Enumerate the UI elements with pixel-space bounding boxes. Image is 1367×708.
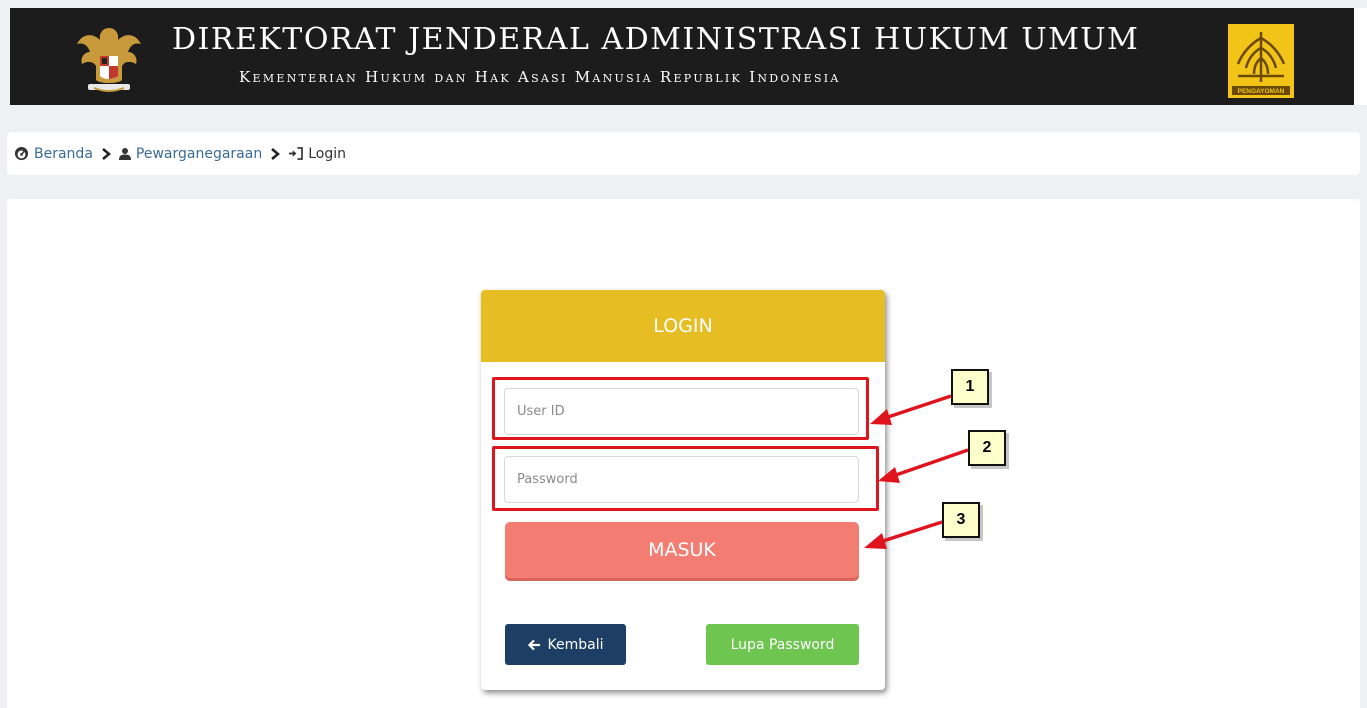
breadcrumb-home-link[interactable]: Beranda [14,146,93,162]
breadcrumb-label: Beranda [34,145,93,162]
kembali-button[interactable]: Kembali [505,624,626,665]
annotation-box-user-id [492,377,869,440]
masuk-button[interactable]: MASUK [505,522,859,578]
breadcrumb-label: Login [308,145,346,162]
sign-in-icon [289,147,304,160]
garuda-emblem-icon [77,28,141,92]
chevron-right-icon [270,147,281,160]
header-banner: DIREKTORAT JENDERAL ADMINISTRASI HUKUM U… [10,8,1354,105]
dashboard-icon [14,146,29,161]
annotation-label-3: 3 [942,502,980,538]
breadcrumb-label: Pewarganegaraan [135,145,263,162]
kembali-label: Kembali [547,636,604,653]
banner-edge [1354,8,1367,105]
annotation-box-password [492,446,879,511]
breadcrumb-current: Login [288,146,346,162]
annotation-label-1: 1 [951,369,989,405]
page-banner-title: DIREKTORAT JENDERAL ADMINISTRASI HUKUM U… [172,22,1140,57]
pengayoman-logo-icon: PENGAYOMAN [1228,24,1294,98]
arrow-left-icon [527,639,540,650]
user-icon [118,147,131,160]
logo-text: PENGAYOMAN [1238,88,1285,95]
login-title: LOGIN [481,290,885,362]
annotation-label-2: 2 [968,430,1006,466]
breadcrumb-pewarganegaraan-link[interactable]: Pewarganegaraan [118,145,263,162]
chevron-right-icon [101,147,111,160]
breadcrumb: Beranda Pewarganegaraan Login [7,132,1360,175]
page-banner-subtitle: Kementerian Hukum dan Hak Asasi Manusia … [239,68,841,86]
lupa-password-button[interactable]: Lupa Password [706,624,859,665]
